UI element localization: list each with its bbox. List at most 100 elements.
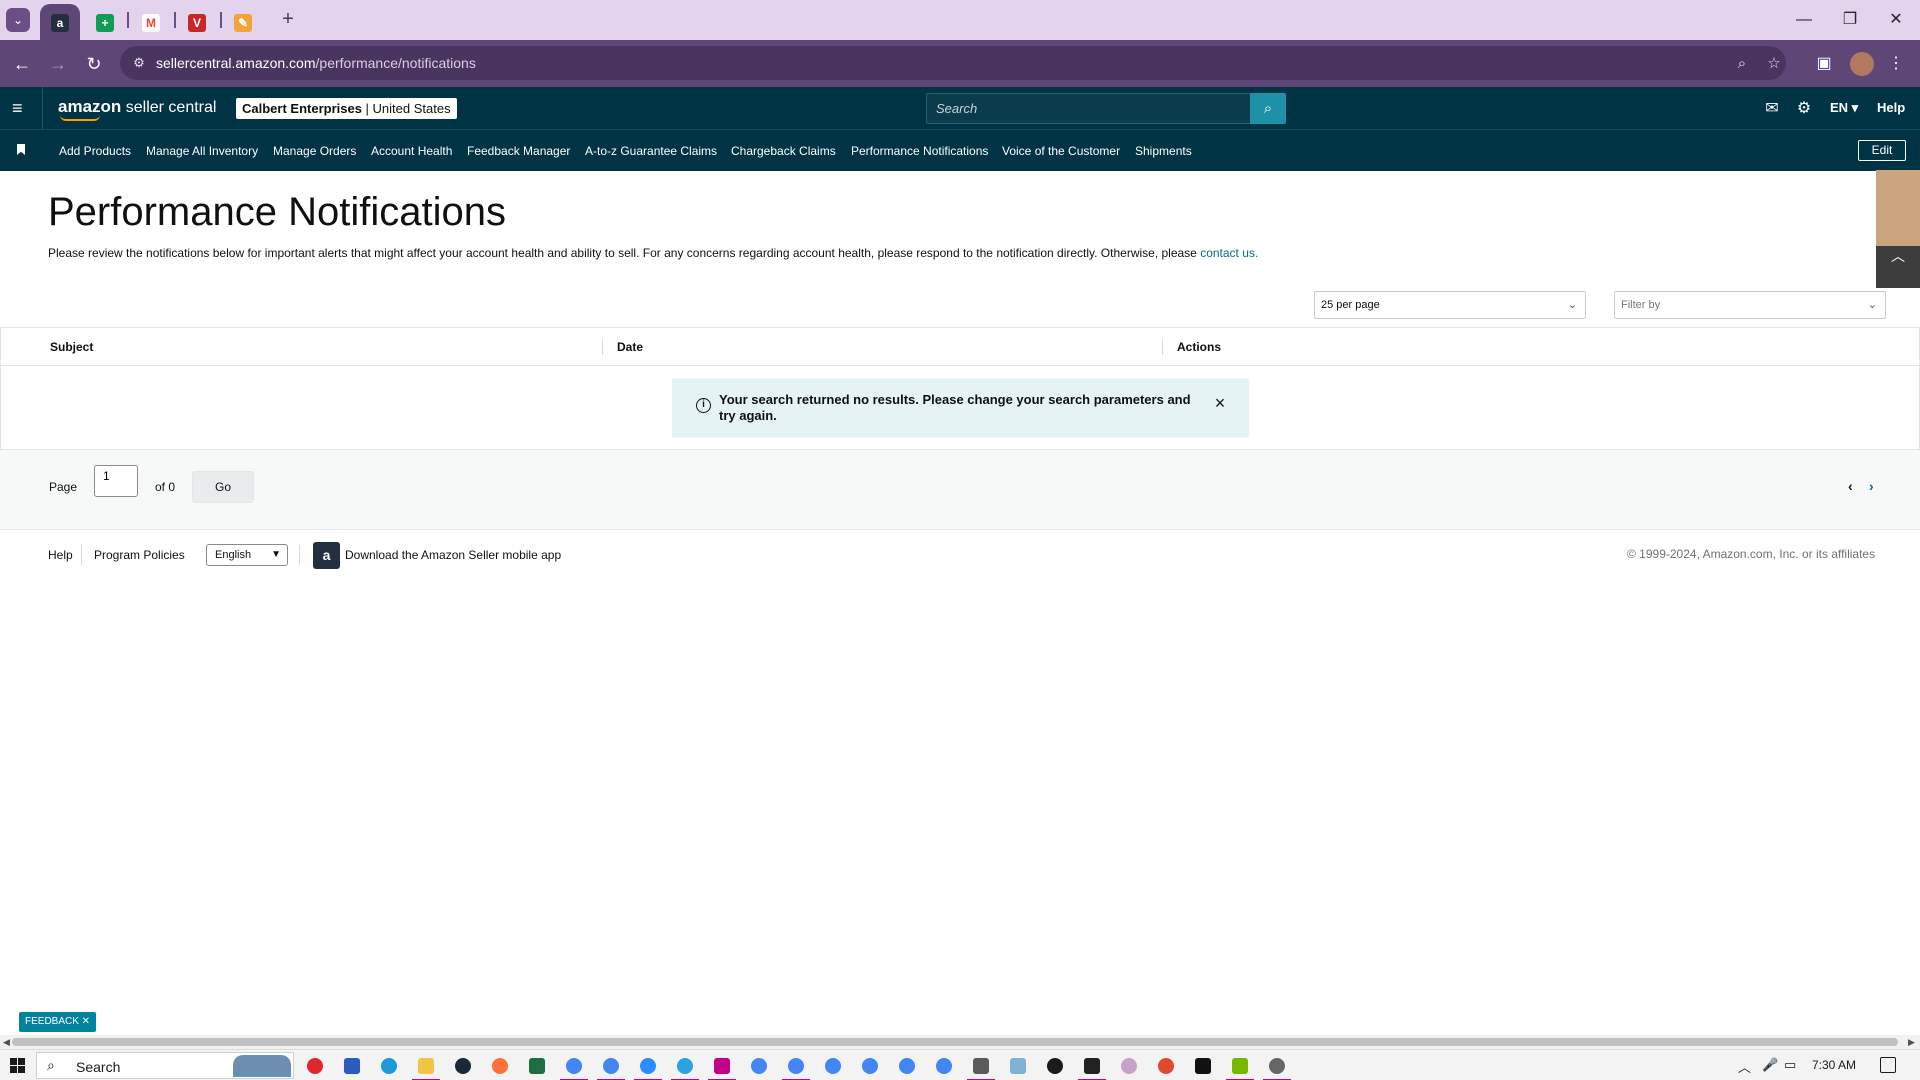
file-explorer-icon[interactable]	[412, 1058, 440, 1080]
site-info-icon[interactable]: ⚙	[130, 54, 148, 72]
taskbar-clock[interactable]: 7:30 AM	[1812, 1058, 1856, 1072]
chrome-icon[interactable]	[936, 1058, 952, 1074]
chrome-icon[interactable]	[899, 1058, 915, 1074]
filter-by-select[interactable]: Filter by ⌄	[1614, 291, 1886, 319]
restore-icon[interactable]: ❐	[1838, 8, 1862, 32]
excel-icon[interactable]	[529, 1058, 545, 1074]
edit-bookmarks-button[interactable]: Edit	[1858, 140, 1906, 161]
address-bar[interactable]: ⚙ sellercentral.amazon.com/performance/n…	[120, 46, 1786, 80]
new-tab-button[interactable]: +	[276, 8, 300, 32]
app-icon[interactable]	[1078, 1058, 1106, 1080]
side-panel-icon[interactable]: ▣	[1812, 52, 1836, 76]
bookmark-a-to-z-claims[interactable]: A-to-z Guarantee Claims	[585, 144, 717, 158]
header-help-link[interactable]: Help	[1877, 100, 1905, 115]
tab-pen[interactable]: ✎	[226, 4, 262, 40]
minimize-icon[interactable]: —	[1792, 8, 1816, 32]
chrome-icon[interactable]	[560, 1058, 588, 1080]
microphone-icon[interactable]: 🎤	[1762, 1057, 1778, 1073]
tab-search-menu-button[interactable]: ⌄	[6, 8, 30, 32]
chrome-icon[interactable]	[751, 1058, 767, 1074]
bookmark-feedback-manager[interactable]: Feedback Manager	[467, 144, 570, 158]
mail-icon[interactable]: ✉	[1762, 99, 1782, 119]
profile-avatar[interactable]	[1850, 52, 1874, 76]
forward-icon[interactable]: →	[46, 52, 70, 76]
horizontal-scrollbar[interactable]: ◀ ▶	[0, 1035, 1920, 1049]
bookmark-chargeback-claims[interactable]: Chargeback Claims	[731, 144, 836, 158]
chevron-up-icon[interactable]: ︿	[1738, 1057, 1751, 1076]
contact-us-link[interactable]: contact us.	[1200, 246, 1258, 260]
chevron-right-icon[interactable]: ›	[1869, 478, 1874, 494]
app-icon[interactable]	[1047, 1058, 1063, 1074]
footer-help-link[interactable]: Help	[48, 548, 73, 562]
chevron-up-icon[interactable]: ︿	[1876, 246, 1920, 288]
feedback-button[interactable]: FEEDBACK ✕	[19, 1012, 97, 1032]
tab-vivaldi[interactable]: V	[180, 4, 216, 40]
chrome-icon[interactable]	[862, 1058, 878, 1074]
nvidia-icon[interactable]	[1226, 1058, 1254, 1080]
close-window-icon[interactable]: ✕	[1884, 8, 1908, 32]
header-search-input[interactable]	[927, 94, 1250, 123]
column-header-date[interactable]: Date	[617, 340, 643, 354]
chrome-icon[interactable]	[597, 1058, 625, 1080]
footer-program-policies-link[interactable]: Program Policies	[94, 548, 185, 562]
firefox-icon[interactable]	[492, 1058, 508, 1074]
seller-central-logo[interactable]: amazon seller central	[58, 97, 216, 121]
url-text[interactable]: sellercentral.amazon.com/performance/not…	[156, 55, 476, 71]
reload-icon[interactable]: ↻	[82, 52, 106, 76]
scrollbar-thumb[interactable]	[12, 1038, 1898, 1046]
chevron-left-icon[interactable]: ‹	[1848, 478, 1853, 494]
app-icon[interactable]	[307, 1058, 323, 1074]
floating-video-thumbnail[interactable]: ︿	[1876, 170, 1920, 288]
search-icon[interactable]: ⌕	[1250, 93, 1286, 124]
column-header-subject[interactable]: Subject	[50, 340, 93, 354]
windows-start-icon[interactable]	[10, 1058, 25, 1073]
page-number-input[interactable]	[94, 465, 138, 497]
bookmark-performance-notifications[interactable]: Performance Notifications	[851, 144, 988, 158]
app-icon[interactable]	[1121, 1058, 1137, 1074]
calculator-icon[interactable]	[967, 1058, 995, 1080]
tab-amazon[interactable]: a	[40, 4, 80, 40]
hamburger-menu-icon[interactable]: ≡	[12, 99, 30, 117]
go-button[interactable]: Go	[192, 471, 254, 503]
scroll-right-icon[interactable]: ▶	[1908, 1035, 1915, 1049]
amazon-seller-app-icon[interactable]: a	[313, 542, 340, 569]
app-icon[interactable]	[708, 1058, 736, 1080]
notification-icon[interactable]	[1880, 1057, 1896, 1073]
bookmark-star-icon[interactable]: ☆	[1764, 54, 1784, 74]
chrome-icon[interactable]	[825, 1058, 841, 1074]
zoom-icon[interactable]: ⌕	[1732, 54, 1752, 74]
telegram-icon[interactable]	[671, 1058, 699, 1080]
page-title: Performance Notifications	[48, 190, 506, 234]
tab-sheets[interactable]: +	[88, 4, 124, 40]
taskbar-search[interactable]: ⌕ Search	[36, 1052, 294, 1079]
download-app-link[interactable]: Download the Amazon Seller mobile app	[345, 548, 561, 562]
header-search-field[interactable]	[926, 93, 1251, 124]
settings-gear-icon[interactable]	[1263, 1058, 1291, 1080]
app-icon[interactable]	[1158, 1058, 1174, 1074]
zoom-app-icon[interactable]	[634, 1058, 662, 1080]
bookmark-manage-all-inventory[interactable]: Manage All Inventory	[146, 144, 258, 158]
steam-icon[interactable]	[455, 1058, 471, 1074]
notepad-icon[interactable]	[1010, 1058, 1026, 1074]
browser-menu-icon[interactable]: ⋮	[1884, 52, 1908, 76]
app-icon[interactable]	[1195, 1058, 1211, 1074]
tab-gmail[interactable]: M	[134, 4, 170, 40]
bookmark-account-health[interactable]: Account Health	[371, 144, 452, 158]
bookmark-shipments[interactable]: Shipments	[1135, 144, 1192, 158]
settings-gear-icon[interactable]: ⚙	[1794, 99, 1814, 119]
per-page-select[interactable]: 25 per page ⌄	[1314, 291, 1586, 319]
back-icon[interactable]: ←	[10, 52, 34, 76]
footer-language-select[interactable]: English ▼	[206, 544, 288, 566]
scroll-left-icon[interactable]: ◀	[3, 1035, 10, 1049]
bookmark-add-products[interactable]: Add Products	[59, 144, 131, 158]
tab-separator	[174, 12, 176, 28]
language-dropdown[interactable]: EN ▾	[1830, 100, 1858, 116]
account-switcher[interactable]: Calbert Enterprises | United States	[236, 98, 457, 119]
close-icon[interactable]: ×	[1211, 394, 1229, 412]
bookmark-manage-orders[interactable]: Manage Orders	[273, 144, 356, 158]
battery-icon[interactable]: ▭	[1784, 1057, 1796, 1073]
app-icon[interactable]	[344, 1058, 360, 1074]
edge-icon[interactable]	[381, 1058, 397, 1074]
bookmark-voice-of-customer[interactable]: Voice of the Customer	[1002, 144, 1120, 158]
chrome-icon[interactable]	[782, 1058, 810, 1080]
